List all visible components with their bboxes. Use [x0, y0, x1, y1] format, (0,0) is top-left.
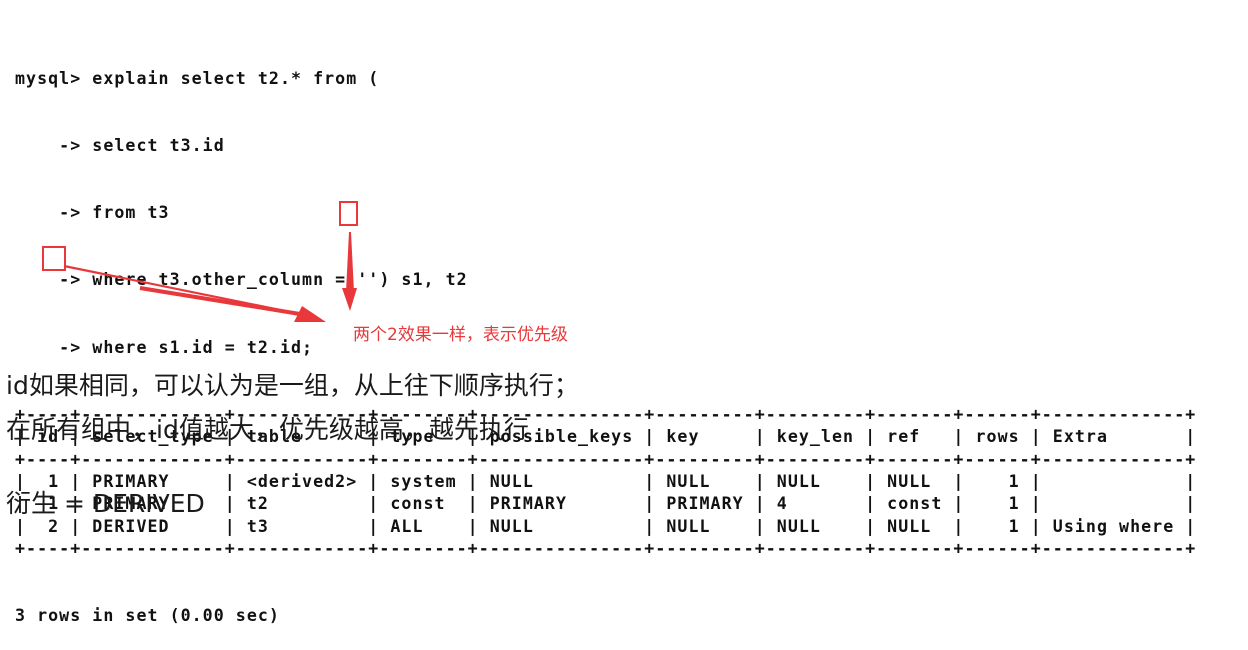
result-footer: 3 rows in set (0.00 sec)	[15, 606, 280, 626]
table-border: +----+-------------+------------+-------…	[15, 539, 1197, 559]
explanation-line-3: 衍生 = DERIVED	[6, 489, 205, 518]
annotation-note: 两个2效果一样，表示优先级	[353, 325, 568, 345]
explanation-line-2: 在所有组中，id值越大，优先级越高，越先执行	[6, 415, 529, 444]
arrow-from-id-2	[63, 264, 326, 322]
arrow-from-derived2	[342, 232, 357, 311]
explanation-line-1: id如果相同，可以认为是一组，从上往下顺序执行；	[6, 371, 579, 400]
annotation-arrows	[63, 232, 357, 322]
